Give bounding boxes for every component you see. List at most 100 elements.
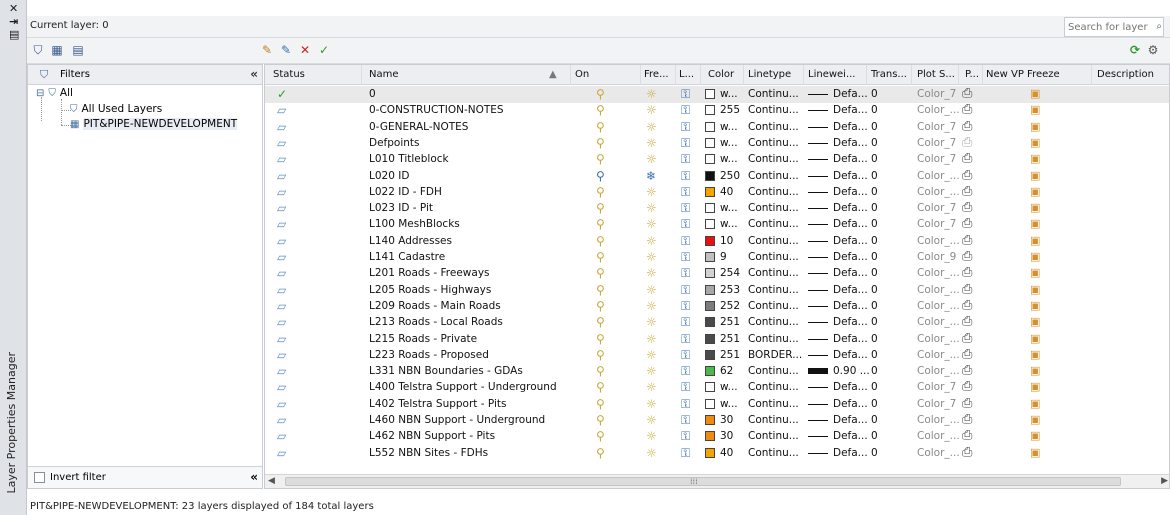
layer-transparency[interactable]: 0 (871, 333, 878, 345)
layer-color[interactable]: w... (720, 381, 738, 393)
layer-name[interactable]: L400 Telstra Support - Underground (369, 381, 557, 393)
on-bulb-icon[interactable]: ⚲ (596, 120, 605, 134)
layer-transparency[interactable]: 0 (871, 104, 878, 116)
vp-freeze-icon[interactable]: ▣ (1030, 397, 1040, 411)
layer-status-icon[interactable]: ▱ (277, 365, 291, 377)
layer-color[interactable]: 255 (720, 104, 740, 116)
tree-item-all-used-layers[interactable]: ⛉ All Used Layers (70, 103, 162, 115)
layer-color[interactable]: 30 (720, 430, 733, 442)
layer-status-icon[interactable]: ▱ (277, 300, 291, 312)
layer-linetype[interactable]: Continu... (748, 153, 799, 165)
col-lock[interactable]: L... (679, 69, 694, 80)
layer-color[interactable]: 251 (720, 333, 740, 345)
thawed-sun-icon[interactable]: ☼ (646, 446, 657, 460)
printer-icon[interactable]: ⎙ (962, 315, 972, 329)
printer-icon[interactable]: ⎙ (962, 87, 972, 101)
layer-status-icon[interactable]: ▱ (277, 137, 291, 149)
tree-item-all[interactable]: ⊟ ⛉ All (36, 87, 73, 99)
layer-status-icon[interactable]: ▱ (277, 333, 291, 345)
printer-icon[interactable]: ⎙ (962, 103, 972, 117)
thawed-sun-icon[interactable]: ☼ (646, 348, 657, 362)
layer-linetype[interactable]: Continu... (748, 398, 799, 410)
layer-lineweight[interactable]: Defa... (833, 202, 868, 214)
color-swatch[interactable] (705, 398, 715, 409)
layer-color[interactable]: 250 (720, 170, 740, 182)
layer-transparency[interactable]: 0 (871, 316, 878, 328)
printer-icon[interactable]: ⎙ (962, 413, 972, 427)
vp-freeze-icon[interactable]: ▣ (1030, 217, 1040, 231)
vp-freeze-icon[interactable]: ▣ (1030, 250, 1040, 264)
vp-freeze-icon[interactable]: ▣ (1030, 446, 1040, 460)
layer-color[interactable]: 9 (720, 251, 727, 263)
layer-name[interactable]: L215 Roads - Private (369, 333, 477, 345)
col-new-vp-freeze[interactable]: New VP Freeze (986, 69, 1060, 80)
color-swatch[interactable] (705, 300, 715, 311)
vp-freeze-icon[interactable]: ▣ (1030, 413, 1040, 427)
vp-freeze-icon[interactable]: ▣ (1030, 332, 1040, 346)
layer-name[interactable]: Defpoints (369, 137, 420, 149)
layer-status-icon[interactable]: ▱ (277, 251, 291, 263)
layer-color[interactable]: 62 (720, 365, 733, 377)
unlocked-icon[interactable]: ⚿ (681, 152, 690, 166)
layer-row[interactable]: ▱ L020 ID ⚲ ❄ ⚿ 250 Continu... Defa... 0 Color_..… (265, 168, 1169, 185)
layer-status-icon[interactable]: ▱ (277, 316, 291, 328)
vp-freeze-icon[interactable]: ▣ (1030, 103, 1040, 117)
unlocked-icon[interactable]: ⚿ (681, 234, 690, 248)
layer-row[interactable]: ▱ L022 ID - FDH ⚲ ☼ ⚿ 40 Continu... Defa... 0 Col… (265, 184, 1169, 201)
collapse-footer-icon[interactable]: « (250, 470, 258, 484)
layer-row[interactable]: ▱ L141 Cadastre ⚲ ☼ ⚿ 9 Continu... Defa... 0 Colo… (265, 249, 1169, 266)
layer-lineweight[interactable]: Defa... (833, 170, 868, 182)
unlocked-icon[interactable]: ⚿ (681, 103, 690, 117)
layer-transparency[interactable]: 0 (871, 349, 878, 361)
unlocked-icon[interactable]: ⚿ (681, 397, 690, 411)
layer-row[interactable]: ▱ 0-GENERAL-NOTES ⚲ ☼ ⚿ w... Continu... Defa...… (265, 119, 1169, 136)
layer-linetype[interactable]: Continu... (748, 430, 799, 442)
layer-status-icon[interactable]: ▱ (277, 202, 291, 214)
thawed-sun-icon[interactable]: ☼ (646, 152, 657, 166)
on-bulb-icon[interactable]: ⚲ (596, 185, 605, 199)
on-bulb-icon[interactable]: ⚲ (596, 266, 605, 280)
layer-linetype[interactable]: Continu... (748, 104, 799, 116)
vp-freeze-icon[interactable]: ▣ (1030, 315, 1040, 329)
color-swatch[interactable] (705, 219, 715, 230)
layer-color[interactable]: 253 (720, 284, 740, 296)
on-bulb-icon[interactable]: ⚲ (596, 169, 605, 183)
layer-lineweight[interactable]: Defa... (833, 121, 868, 133)
thawed-sun-icon[interactable]: ☼ (646, 315, 657, 329)
layer-status-icon[interactable]: ▱ (277, 121, 291, 133)
color-swatch[interactable] (705, 447, 715, 458)
layer-transparency[interactable]: 0 (871, 186, 878, 198)
layer-linetype[interactable]: Continu... (748, 251, 799, 263)
color-swatch[interactable] (705, 186, 715, 197)
layer-linetype[interactable]: Continu... (748, 284, 799, 296)
thawed-sun-icon[interactable]: ☼ (646, 120, 657, 134)
set-current-icon[interactable]: ✓ (316, 42, 332, 58)
on-bulb-icon[interactable]: ⚲ (596, 364, 605, 378)
layer-linetype[interactable]: Continu... (748, 381, 799, 393)
new-property-filter-icon[interactable]: ⛉ (30, 42, 46, 58)
layer-transparency[interactable]: 0 (871, 381, 878, 393)
layer-name[interactable]: L402 Telstra Support - Pits (369, 398, 507, 410)
on-bulb-icon[interactable]: ⚲ (596, 380, 605, 394)
scroll-right-icon[interactable]: ▶ (1161, 476, 1168, 486)
layer-status-icon[interactable]: ▱ (277, 447, 291, 459)
thawed-sun-icon[interactable]: ☼ (646, 332, 657, 346)
layer-name[interactable]: L462 NBN Support - Pits (369, 430, 495, 442)
layer-color[interactable]: 251 (720, 349, 740, 361)
layer-name[interactable]: L460 NBN Support - Underground (369, 414, 545, 426)
on-bulb-icon[interactable]: ⚲ (596, 446, 605, 460)
layer-status-icon[interactable]: ▱ (277, 235, 291, 247)
on-bulb-icon[interactable]: ⚲ (596, 332, 605, 346)
layer-lineweight[interactable]: Defa... (833, 186, 868, 198)
col-plot[interactable]: P... (965, 69, 979, 80)
layer-row[interactable]: ▱ L201 Roads - Freeways ⚲ ☼ ⚿ 254 Continu... De… (265, 265, 1169, 282)
layer-row[interactable]: ✓ 0 ⚲ ☼ ⚿ w... Continu... Defa... 0 Color_7 ⎙ ▣ (265, 86, 1169, 103)
layer-lineweight[interactable]: Defa... (833, 398, 868, 410)
thawed-sun-icon[interactable]: ☼ (646, 217, 657, 231)
layer-row[interactable]: ▱ L213 Roads - Local Roads ⚲ ☼ ⚿ 251 Continu..… (265, 314, 1169, 331)
layer-row[interactable]: ▱ L205 Roads - Highways ⚲ ☼ ⚿ 253 Continu... De… (265, 282, 1169, 299)
layer-linetype[interactable]: Continu... (748, 121, 799, 133)
layer-transparency[interactable]: 0 (871, 300, 878, 312)
vp-freeze-icon[interactable]: ▣ (1030, 152, 1040, 166)
layer-color[interactable]: w... (720, 398, 738, 410)
